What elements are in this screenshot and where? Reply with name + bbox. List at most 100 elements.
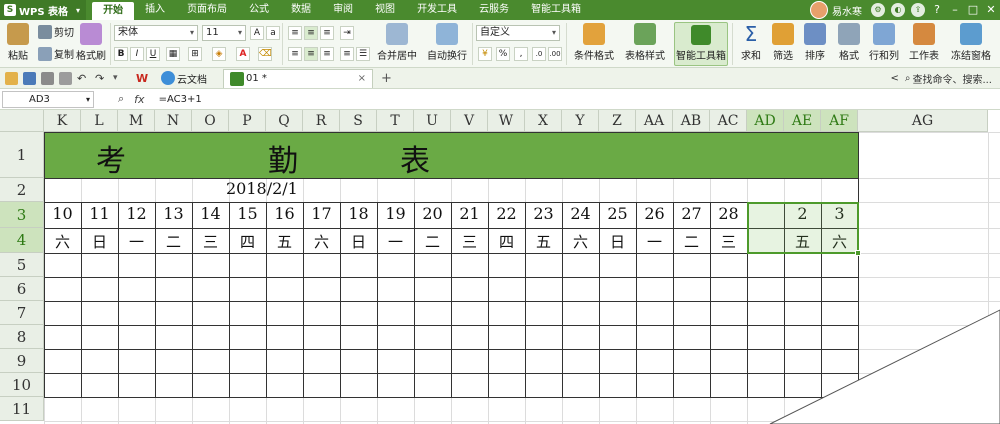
tab-5[interactable]: 审阅: [322, 0, 364, 20]
align-bottom-icon[interactable]: ≡: [320, 26, 334, 40]
wrap-text-label: 自动换行: [427, 51, 467, 62]
fx-button[interactable]: fx: [134, 93, 144, 106]
tab-3[interactable]: 公式: [238, 0, 280, 20]
bold-button[interactable]: B: [114, 47, 128, 61]
decrease-decimal-icon[interactable]: .00: [548, 47, 562, 61]
sort-label: 排序: [805, 51, 825, 62]
currency-icon[interactable]: ¥: [478, 47, 492, 61]
comma-button[interactable]: ,: [514, 47, 528, 61]
close-window-button[interactable]: ✕: [982, 0, 1000, 20]
cut-button[interactable]: 剪切: [38, 24, 74, 39]
redo-icon[interactable]: ↷: [95, 72, 108, 85]
align-top-icon[interactable]: ≡: [288, 26, 302, 40]
paste-button[interactable]: 粘贴: [4, 23, 32, 62]
increase-decimal-icon[interactable]: .0: [532, 47, 546, 61]
save-icon[interactable]: [23, 71, 36, 85]
avatar[interactable]: [810, 1, 828, 19]
font-size-select[interactable]: 11 ▾: [202, 25, 246, 41]
tab-9[interactable]: 智能工具箱: [520, 0, 592, 20]
underline-button[interactable]: U: [146, 47, 160, 61]
tab-6[interactable]: 视图: [364, 0, 406, 20]
add-tab-button[interactable]: +: [381, 71, 392, 86]
command-search[interactable]: < ⌕ 查找命令、搜索...: [890, 71, 992, 86]
close-tab-icon[interactable]: ×: [358, 73, 366, 84]
wrap-text-button[interactable]: 自动换行: [424, 23, 470, 62]
merge-center-button[interactable]: 合并居中: [374, 23, 420, 62]
align-center-icon[interactable]: ≡: [304, 47, 318, 61]
share-icon[interactable]: ⇪: [911, 3, 925, 17]
conditional-format-label: 条件格式: [574, 51, 614, 62]
align-right-icon[interactable]: ≡: [320, 47, 334, 61]
worksheet-button[interactable]: 工作表: [904, 23, 944, 62]
zoom-icon[interactable]: ⌕: [118, 92, 124, 106]
font-color-button[interactable]: A: [236, 47, 250, 61]
align-left-icon[interactable]: ≡: [288, 47, 302, 61]
italic-button[interactable]: I: [130, 47, 144, 61]
app-menu-button[interactable]: S WPS 表格 ▾: [0, 0, 87, 20]
tab-7[interactable]: 开发工具: [406, 0, 468, 20]
minimize-button[interactable]: –: [946, 0, 964, 20]
wps-w-icon[interactable]: W: [136, 72, 149, 85]
chevron-down-icon[interactable]: ▾: [113, 72, 126, 85]
conditional-format-icon: [583, 23, 605, 45]
justify-icon[interactable]: ≡: [340, 47, 354, 61]
open-icon[interactable]: [5, 71, 18, 85]
print-preview-icon[interactable]: [59, 71, 72, 85]
user-name[interactable]: 易水寒: [832, 3, 862, 18]
formula-input[interactable]: =AC3+1: [159, 94, 202, 105]
divider: [566, 23, 567, 65]
chevron-left-icon: <: [890, 72, 899, 84]
chevron-down-icon: ▾: [551, 28, 556, 37]
tab-2[interactable]: 页面布局: [176, 0, 238, 20]
fill-color-icon[interactable]: ◈: [212, 47, 226, 61]
skin-icon[interactable]: ◐: [891, 3, 905, 17]
copy-button[interactable]: 复制: [38, 46, 74, 61]
divider: [110, 23, 111, 65]
tab-1[interactable]: 插入: [134, 0, 176, 20]
font-name-select[interactable]: 宋体 ▾: [114, 25, 198, 41]
sort-button[interactable]: 排序: [800, 23, 830, 62]
decrease-font-button[interactable]: a: [266, 26, 280, 40]
number-format-select[interactable]: 自定义 ▾: [476, 25, 560, 41]
smart-toolbox-button[interactable]: 智能工具箱: [674, 22, 728, 66]
spreadsheet-grid[interactable]: K L M N O P Q R S T U V W X Y Z AA AB AC AD AE AF AG 123456789…: [0, 110, 1000, 424]
toolbox-icon: [691, 25, 711, 45]
row-col-button[interactable]: 行和列: [866, 23, 902, 62]
divider: [282, 23, 283, 65]
settings-icon[interactable]: ⚙: [871, 3, 885, 17]
cloud-icon: [161, 71, 175, 85]
undo-icon[interactable]: ↶: [77, 72, 90, 85]
help-button[interactable]: ?: [928, 0, 946, 20]
conditional-format-button[interactable]: 条件格式: [570, 23, 618, 62]
brush-icon: [80, 23, 102, 45]
merge-cells-icon[interactable]: ⊞: [188, 47, 202, 61]
tab-0[interactable]: 开始: [92, 2, 135, 20]
increase-font-button[interactable]: A: [250, 26, 264, 40]
print-icon[interactable]: [41, 71, 54, 85]
chevron-down-icon: ▾: [237, 28, 242, 37]
border-icon[interactable]: ▦: [166, 47, 180, 61]
row-col-icon: [873, 23, 895, 45]
format-button[interactable]: 格式: [834, 23, 864, 62]
cloud-docs-tab[interactable]: 云文档: [161, 71, 207, 86]
tab-8[interactable]: 云服务: [468, 0, 520, 20]
divider: [732, 23, 733, 65]
distributed-icon[interactable]: ☰: [356, 47, 370, 61]
name-box[interactable]: AD3 ▾: [2, 90, 94, 108]
percent-button[interactable]: %: [496, 47, 510, 61]
maximize-button[interactable]: □: [964, 0, 982, 20]
format-painter-button[interactable]: 格式刷: [76, 23, 106, 62]
table-style-button[interactable]: 表格样式: [620, 23, 670, 62]
indent-icon[interactable]: ⇥: [340, 26, 354, 40]
align-middle-icon[interactable]: ≡: [304, 26, 318, 40]
document-tab[interactable]: 01 * ×: [223, 68, 373, 88]
filter-button[interactable]: 筛选: [768, 23, 798, 62]
copy-icon: [38, 46, 52, 61]
tab-4[interactable]: 数据: [280, 0, 322, 20]
chevron-down-icon: ▾: [76, 5, 81, 15]
clear-format-icon[interactable]: ⌫: [258, 47, 272, 61]
chevron-down-icon: ▾: [85, 94, 90, 104]
sum-button[interactable]: Σ 求和: [736, 23, 766, 62]
freeze-panes-button[interactable]: 冻结窗格: [946, 23, 996, 62]
scissors-icon: [38, 24, 52, 39]
